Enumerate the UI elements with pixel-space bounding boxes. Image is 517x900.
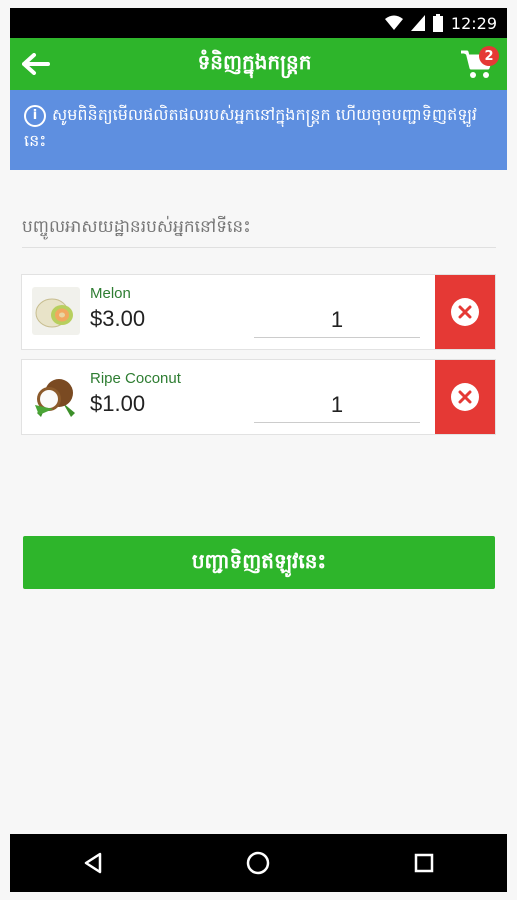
quantity-input[interactable]: 1: [254, 390, 420, 423]
item-price: $1.00: [90, 391, 146, 416]
nav-back-button[interactable]: [63, 834, 123, 892]
info-banner: i សូមពិនិត្យមើលផលិតផលរបស់អ្នកនៅក្នុងកន្ត្…: [10, 90, 507, 170]
cart-item: Melon $3.00 1: [21, 274, 496, 350]
status-bar: 12:29: [10, 8, 507, 38]
home-circle-icon: [247, 851, 270, 875]
app-bar: ទំនិញក្នុងកន្ត្រក 2: [10, 38, 507, 90]
item-name: Ripe Coconut: [90, 370, 181, 387]
cart-count-badge: 2: [479, 46, 499, 66]
cart-item: Ripe Coconut $1.00 1: [21, 359, 496, 435]
info-icon: i: [24, 104, 46, 127]
item-price: $3.00: [90, 306, 146, 331]
back-triangle-icon: [84, 852, 102, 874]
page-title: ទំនិញក្នុងកន្ត្រក: [197, 50, 312, 74]
order-now-label: បញ្ជាទិញឥឡូវនេះ: [191, 548, 327, 573]
nav-recents-button[interactable]: [394, 834, 454, 892]
melon-image: [32, 287, 80, 335]
info-banner-text: សូមពិនិត្យមើលផលិតផលរបស់អ្នកនៅក្នុងកន្ត្រ…: [24, 105, 477, 150]
recents-square-icon: [414, 853, 434, 873]
back-button[interactable]: [10, 38, 62, 90]
close-circle-icon: [451, 298, 479, 326]
address-input[interactable]: បញ្ចូលអាសយដ្ឋានរបស់អ្នកនៅទីនេះ: [22, 214, 496, 248]
coconut-image: [32, 372, 80, 420]
item-name: Melon: [90, 285, 131, 302]
remove-item-button[interactable]: [435, 360, 495, 434]
quantity-input[interactable]: 1: [254, 305, 420, 338]
close-circle-icon: [451, 383, 479, 411]
wifi-icon: [384, 15, 403, 30]
status-time: 12:29: [450, 13, 497, 33]
nav-home-button[interactable]: [228, 834, 288, 892]
remove-item-button[interactable]: [435, 275, 495, 349]
cart-button[interactable]: 2: [447, 38, 507, 90]
battery-icon: [432, 14, 443, 32]
signal-icon: [410, 15, 425, 31]
order-now-button[interactable]: បញ្ជាទិញឥឡូវនេះ: [23, 536, 495, 589]
arrow-left-icon: [22, 53, 50, 75]
system-nav-bar: [10, 834, 507, 892]
address-input-placeholder: បញ្ចូលអាសយដ្ឋានរបស់អ្នកនៅទីនេះ: [22, 217, 251, 237]
